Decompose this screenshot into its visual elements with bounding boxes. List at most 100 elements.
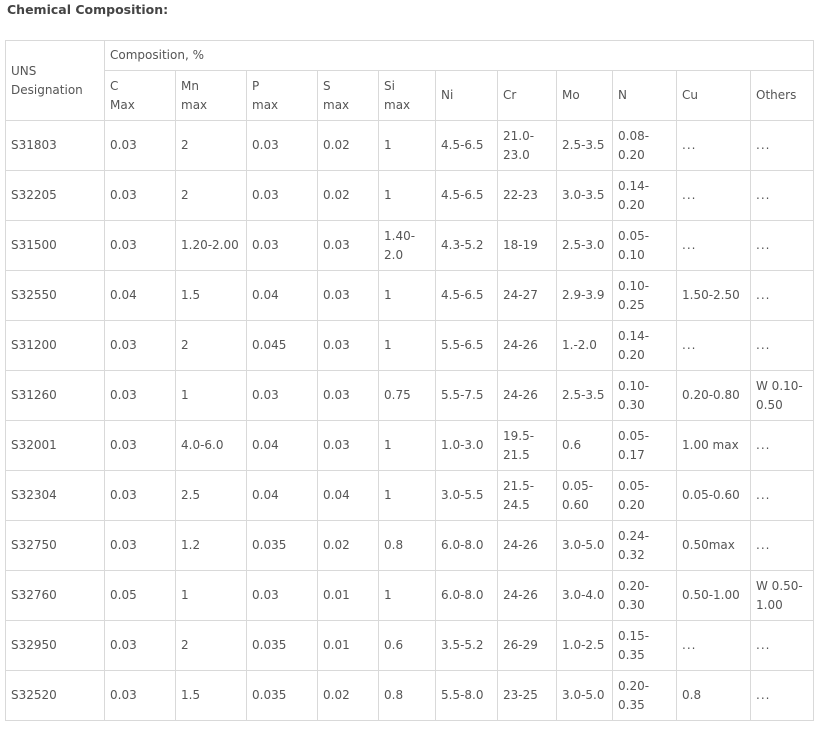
header-col-label: Mo: [562, 88, 580, 102]
table-cell: 0.50max: [676, 520, 751, 571]
table-cell: 4.5-6.5: [435, 120, 498, 171]
table-cell: 24-26: [497, 320, 557, 371]
header-col-sublabel: max: [384, 97, 411, 112]
table-row: S32550 0.04 1.5 0.04 0.03 1 4.5-6.5 24-27 2.9-3.…: [5, 270, 814, 321]
table-cell: 5.5-7.5: [435, 370, 498, 421]
header-col-label: Cr: [503, 88, 517, 102]
table-cell: 3.0-5.0: [556, 670, 613, 721]
table-cell: 0.03: [246, 570, 318, 621]
table-cell: 5.5-8.0: [435, 670, 498, 721]
header-col-si: Si max: [378, 70, 436, 121]
table-cell: 0.03: [104, 170, 176, 221]
table-cell: 0.10-0.25: [612, 270, 677, 321]
table-cell: ...: [750, 120, 814, 171]
table-cell: 0.03: [317, 370, 379, 421]
table-cell: 2.5-3.5: [556, 370, 613, 421]
table-cell: 0.02: [317, 670, 379, 721]
table-cell: 2.5: [175, 470, 247, 521]
table-cell: 0.03: [104, 520, 176, 571]
table-cell: 0.20-0.80: [676, 370, 751, 421]
table-cell: 0.05-0.60: [556, 470, 613, 521]
table-cell: 0.01: [317, 620, 379, 671]
table-cell: 0.03: [246, 170, 318, 221]
table-cell: 4.5-6.5: [435, 170, 498, 221]
table-cell: 0.50-1.00: [676, 570, 751, 621]
table-cell: 0.20-0.30: [612, 570, 677, 621]
uns-designation-cell: S32750: [5, 520, 105, 571]
table-cell: 0.02: [317, 170, 379, 221]
table-cell: 3.5-5.2: [435, 620, 498, 671]
header-col-others: Others: [750, 70, 814, 121]
table-cell: 0.03: [317, 420, 379, 471]
table-cell: 0.05-0.10: [612, 220, 677, 271]
table-cell: 21.0-23.0: [497, 120, 557, 171]
table-cell: W 0.10-0.50: [750, 370, 814, 421]
chemical-composition-table: UNS Designation Composition, % C Max Mn max…: [5, 40, 814, 721]
table-cell: 0.02: [317, 120, 379, 171]
table-cell: 0.8: [676, 670, 751, 721]
table-cell: 0.03: [317, 270, 379, 321]
table-cell: 0.8: [378, 520, 436, 571]
header-col-mn: Mn max: [175, 70, 247, 121]
table-cell: ...: [750, 470, 814, 521]
table-cell: ...: [676, 320, 751, 371]
table-cell: 5.5-6.5: [435, 320, 498, 371]
table-cell: 3.0-3.5: [556, 170, 613, 221]
header-col-label: N: [618, 88, 627, 102]
table-cell: 0.10-0.30: [612, 370, 677, 421]
table-cell: 0.03: [246, 120, 318, 171]
header-col-label: Si: [384, 78, 395, 93]
table-cell: 0.04: [246, 420, 318, 471]
header-col-label: C: [110, 78, 119, 93]
uns-designation-cell: S31500: [5, 220, 105, 271]
uns-designation-cell: S31803: [5, 120, 105, 171]
table-cell: 0.04: [246, 470, 318, 521]
table-cell: 0.05-0.60: [676, 470, 751, 521]
table-cell: 0.08-0.20: [612, 120, 677, 171]
uns-designation-cell: S31200: [5, 320, 105, 371]
table-row: S32750 0.03 1.2 0.035 0.02 0.8 6.0-8.0 24-26 3.0…: [5, 520, 814, 571]
table-cell: 4.0-6.0: [175, 420, 247, 471]
table-cell: 3.0-5.0: [556, 520, 613, 571]
header-row-1: UNS Designation Composition, %: [5, 40, 814, 121]
table-cell: ...: [750, 320, 814, 371]
table-cell: W 0.50-1.00: [750, 570, 814, 621]
header-col-label: P: [252, 78, 260, 93]
header-col-label: Others: [756, 88, 797, 102]
table-cell: 26-29: [497, 620, 557, 671]
uns-designation-cell: S32205: [5, 170, 105, 221]
table-cell: 0.03: [104, 370, 176, 421]
uns-designation-cell: S32520: [5, 670, 105, 721]
table-cell: 2.9-3.9: [556, 270, 613, 321]
table-row: S31500 0.03 1.20-2.00 0.03 0.03 1.40-2.0 4.3-5…: [5, 220, 814, 271]
table-cell: 1.0-3.0: [435, 420, 498, 471]
table-cell: 0.04: [317, 470, 379, 521]
table-row: S31803 0.03 2 0.03 0.02 1 4.5-6.5 21.0-23.0 2.5-…: [5, 120, 814, 171]
table-row: S31260 0.03 1 0.03 0.03 0.75 5.5-7.5 24-26 2.5-3…: [5, 370, 814, 421]
table-cell: 23-25: [497, 670, 557, 721]
header-col-ni: Ni: [435, 70, 498, 121]
header-composition: Composition, %: [104, 40, 814, 71]
uns-designation-cell: S32304: [5, 470, 105, 521]
table-cell: 1: [378, 420, 436, 471]
table-cell: 0.6: [378, 620, 436, 671]
table-cell: 0.045: [246, 320, 318, 371]
table-cell: 0.02: [317, 520, 379, 571]
table-cell: ...: [676, 220, 751, 271]
table-cell: 0.8: [378, 670, 436, 721]
table-cell: 1.50-2.50: [676, 270, 751, 321]
header-col-label: Mn: [181, 78, 199, 93]
header-col-n: N: [612, 70, 677, 121]
table-cell: ...: [750, 420, 814, 471]
header-col-mo: Mo: [556, 70, 613, 121]
table-cell: 0.03: [104, 620, 176, 671]
header-col-cu: Cu: [676, 70, 751, 121]
table-cell: 2: [175, 320, 247, 371]
table-cell: 24-26: [497, 370, 557, 421]
table-row: S32001 0.03 4.0-6.0 0.04 0.03 1 1.0-3.0 19.5-21…: [5, 420, 814, 471]
table-cell: 4.3-5.2: [435, 220, 498, 271]
uns-designation-cell: S32760: [5, 570, 105, 621]
table-cell: 3.0-4.0: [556, 570, 613, 621]
table-cell: 2.5-3.5: [556, 120, 613, 171]
header-col-sublabel: Max: [110, 97, 135, 112]
